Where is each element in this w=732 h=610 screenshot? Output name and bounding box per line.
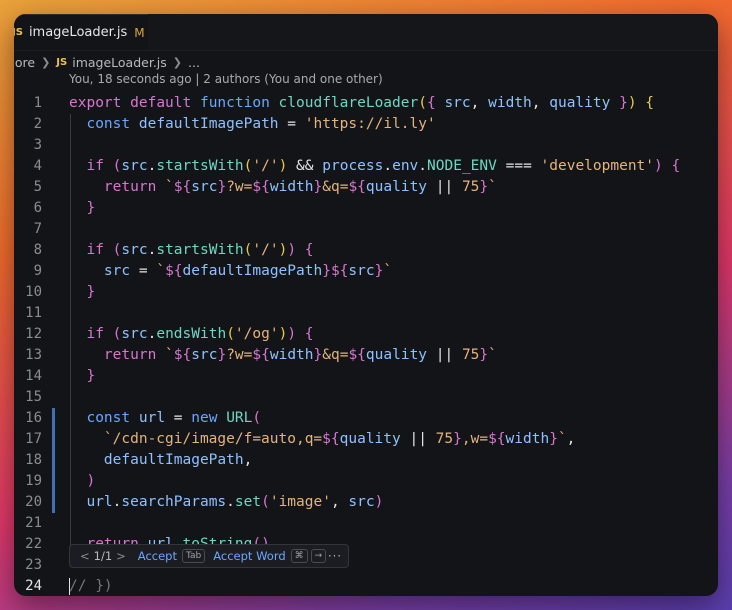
code-line[interactable]: 9 src = `${defaultImagePath}${src}`	[14, 261, 718, 282]
code-text: if (src.endsWith('/og')) {	[86, 326, 314, 342]
command-key-hint: ⌘	[290, 549, 308, 563]
indent-guide	[70, 114, 71, 555]
tab-label: imageLoader.js	[28, 25, 128, 40]
code-line[interactable]: 12 if (src.endsWith('/og')) {	[14, 324, 718, 345]
git-modified-marker[interactable]	[52, 429, 55, 450]
code-text: src = `${defaultImagePath}${src}`	[103, 263, 393, 279]
code-line[interactable]: 24 // })	[14, 576, 718, 596]
code-line[interactable]: 5 return `${src}?w=${width}&q=${quality …	[14, 177, 718, 198]
line-number: 24	[25, 578, 42, 594]
blame-annotation[interactable]: You, 18 seconds ago | 2 authors (You and…	[69, 72, 383, 86]
line-number: 11	[25, 305, 42, 321]
line-number: 4	[33, 158, 42, 174]
code-text: }	[86, 368, 96, 384]
code-text: if (src.startsWith('/')) {	[86, 242, 314, 258]
code-text: }	[86, 284, 96, 300]
tab-imageloader[interactable]: JS imageLoader.js M	[14, 14, 148, 50]
code-line[interactable]: 13 return `${src}?w=${width}&q=${quality…	[14, 345, 718, 366]
code-text: // })	[69, 578, 113, 594]
git-modified-marker[interactable]	[52, 492, 55, 513]
code-line[interactable]: 14 }	[14, 366, 718, 387]
code-text: const url = new URL(	[86, 410, 262, 426]
more-options-button[interactable]: ···	[328, 549, 342, 563]
code-text: return `${src}?w=${width}&q=${quality ||…	[103, 179, 497, 195]
line-number: 6	[33, 200, 42, 216]
line-number: 5	[33, 179, 42, 195]
line-number: 7	[33, 221, 42, 237]
line-number: 17	[25, 431, 42, 447]
modified-indicator: M	[134, 25, 145, 40]
git-modified-marker[interactable]	[52, 408, 55, 429]
suggestion-count: 1/1	[93, 549, 113, 563]
code-line[interactable]: 4 if (src.startsWith('/') && process.env…	[14, 156, 718, 177]
code-line[interactable]: 8 if (src.startsWith('/')) {	[14, 240, 718, 261]
code-text: const defaultImagePath = 'https://il.ly'	[86, 116, 436, 132]
breadcrumb-more[interactable]: ...	[188, 55, 200, 70]
chevron-right-icon: ❯	[41, 55, 51, 69]
code-text: )	[86, 473, 96, 489]
line-number: 19	[25, 473, 42, 489]
code-line[interactable]: 17 `/cdn-cgi/image/f=auto,q=${quality ||…	[14, 429, 718, 450]
line-number: 3	[33, 137, 42, 153]
line-number: 1	[33, 95, 42, 111]
code-editor[interactable]: 1 export default function cloudflareLoade…	[14, 93, 718, 596]
code-line[interactable]: 10 }	[14, 282, 718, 303]
code-line[interactable]: 3	[14, 135, 718, 156]
inline-suggestion-toolbar: < 1/1 > Accept Tab Accept Word ⌘ → ···	[69, 544, 349, 568]
git-modified-marker[interactable]	[52, 471, 55, 492]
code-line[interactable]: 20 url.searchParams.set('image', src)	[14, 492, 718, 513]
editor-window: JS imageLoader.js M core ❯ JS imageLoade…	[14, 14, 718, 596]
line-number: 20	[25, 494, 42, 510]
code-line[interactable]: 11	[14, 303, 718, 324]
text-cursor	[69, 578, 70, 595]
line-number: 12	[25, 326, 42, 342]
js-file-icon: JS	[56, 56, 68, 68]
tab-bar: JS imageLoader.js M	[14, 14, 718, 51]
accept-word-button[interactable]: Accept Word	[213, 549, 285, 563]
code-text: if (src.startsWith('/') && process.env.N…	[86, 158, 681, 174]
code-line[interactable]: 1 export default function cloudflareLoade…	[14, 93, 718, 114]
previous-suggestion-button[interactable]: <	[80, 549, 90, 563]
line-number: 13	[25, 347, 42, 363]
line-number: 22	[25, 536, 42, 552]
breadcrumb-folder[interactable]: core	[14, 55, 35, 70]
breadcrumb-file[interactable]: imageLoader.js	[72, 55, 167, 70]
line-number: 14	[25, 368, 42, 384]
tab-key-hint: Tab	[182, 549, 206, 563]
code-line[interactable]: 19 )	[14, 471, 718, 492]
next-suggestion-button[interactable]: >	[116, 549, 126, 563]
line-number: 2	[33, 116, 42, 132]
code-line[interactable]: 15	[14, 387, 718, 408]
code-text: defaultImagePath,	[103, 452, 253, 468]
arrow-key-hint: →	[310, 549, 327, 563]
code-text: }	[86, 200, 96, 216]
line-number: 23	[25, 557, 42, 573]
code-text: export default function cloudflareLoader…	[69, 95, 655, 111]
line-number: 21	[25, 515, 42, 531]
code-line[interactable]: 21	[14, 513, 718, 534]
line-number: 9	[33, 263, 42, 279]
code-text: `/cdn-cgi/image/f=auto,q=${quality || 75…	[103, 431, 576, 447]
breadcrumb: core ❯ JS imageLoader.js ❯ ...	[14, 51, 718, 73]
accept-button[interactable]: Accept	[138, 549, 177, 563]
git-modified-marker[interactable]	[52, 450, 55, 471]
code-line[interactable]: 7	[14, 219, 718, 240]
line-number: 16	[25, 410, 42, 426]
code-line[interactable]: 18 defaultImagePath,	[14, 450, 718, 471]
code-line[interactable]: 16 const url = new URL(	[14, 408, 718, 429]
code-text: return `${src}?w=${width}&q=${quality ||…	[103, 347, 497, 363]
code-text: url.searchParams.set('image', src)	[86, 494, 384, 510]
line-number: 15	[25, 389, 42, 405]
code-line[interactable]: 6 }	[14, 198, 718, 219]
line-number: 18	[25, 452, 42, 468]
code-line[interactable]: 2 const defaultImagePath = 'https://il.l…	[14, 114, 718, 135]
js-file-icon: JS	[14, 27, 23, 38]
chevron-right-icon: ❯	[172, 55, 183, 69]
line-number: 10	[25, 284, 42, 300]
line-number: 8	[33, 242, 42, 258]
